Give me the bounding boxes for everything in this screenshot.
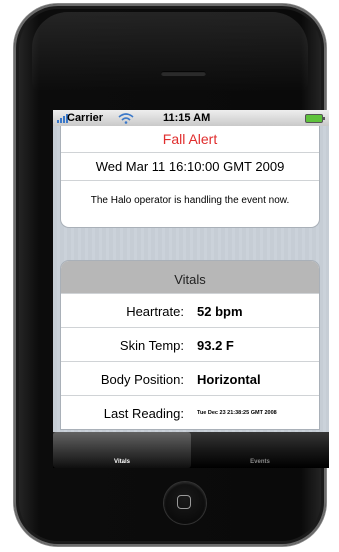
wifi-icon [118,113,134,124]
vitals-label: Skin Temp: [119,338,184,353]
earpiece-speaker [161,71,206,76]
vitals-card: Vitals Heartrate: 52 bpm Skin Temp: 93.2… [60,260,320,430]
tab-bar: Vitals Events [53,432,329,468]
alert-title: Fall Alert [61,126,319,153]
vitals-row-body-position: Body Position: Horizontal [61,362,319,396]
vitals-label: Heartrate: [126,304,184,319]
battery-icon [305,114,325,123]
vitals-row-last-reading: Last Reading: Tue Dec 23 21:38:25 GMT 20… [61,396,319,429]
device-glass-highlight [32,12,308,92]
vitals-value: Tue Dec 23 21:38:25 GMT 2008 [197,410,277,416]
vitals-row-skin-temp: Skin Temp: 93.2 F [61,328,319,362]
tab-vitals[interactable]: Vitals [53,432,191,468]
home-button[interactable] [164,482,206,524]
home-square-icon [177,495,191,509]
vitals-row-heartrate: Heartrate: 52 bpm [61,294,319,328]
carrier-label: Carrier [67,112,104,124]
app-screen: Carrier 11:15 AM Fall Alert Wed Mar 11 1… [53,110,329,468]
vitals-label: Last Reading: [103,406,184,421]
vitals-value: Horizontal [197,372,261,387]
vitals-label: Body Position: [100,372,184,387]
tab-label: Vitals [114,459,130,465]
tab-events[interactable]: Events [191,432,329,468]
alert-datetime: Wed Mar 11 16:10:00 GMT 2009 [61,153,319,181]
alert-message: The Halo operator is handling the event … [90,195,290,206]
tab-label: Events [250,459,270,465]
status-bar: Carrier 11:15 AM [53,110,329,126]
vitals-value: 93.2 F [197,338,234,353]
alert-card: Fall Alert Wed Mar 11 16:10:00 GMT 2009 … [60,126,320,228]
status-time: 11:15 AM [163,112,211,124]
vitals-value: 52 bpm [197,304,243,319]
vitals-header: Vitals [61,261,319,294]
